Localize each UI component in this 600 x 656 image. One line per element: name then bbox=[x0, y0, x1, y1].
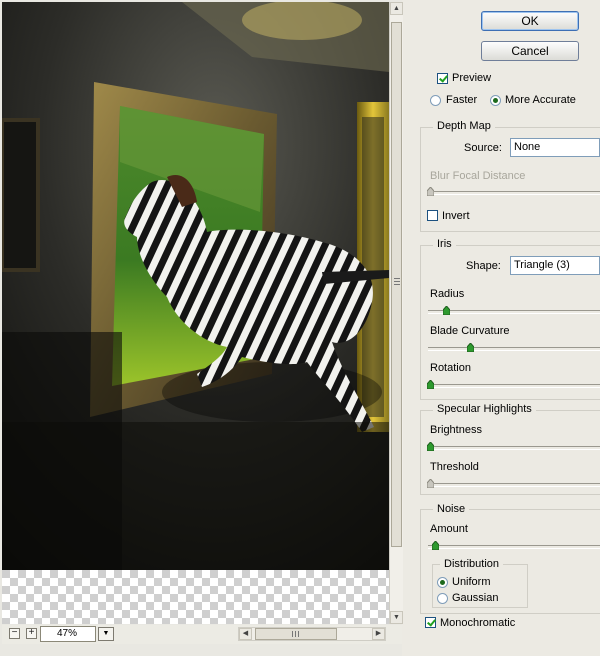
iris-title: Iris bbox=[433, 238, 456, 250]
vertical-scrollbar[interactable]: ▲ ▼ bbox=[389, 2, 403, 624]
faster-radio[interactable] bbox=[430, 95, 441, 106]
scroll-right-button[interactable]: ▶ bbox=[372, 628, 385, 640]
gaussian-radio[interactable] bbox=[437, 593, 448, 604]
slider-thumb-icon bbox=[467, 343, 474, 352]
rotation-slider[interactable] bbox=[427, 380, 434, 389]
zoom-dropdown-button[interactable]: ▼ bbox=[98, 627, 114, 641]
grip-icon bbox=[394, 278, 400, 285]
plus-icon: + bbox=[28, 627, 35, 638]
specular-highlights-title: Specular Highlights bbox=[433, 403, 536, 415]
source-label: Source: bbox=[464, 142, 502, 154]
zoom-bar: − + 47% ▼ ◀ ▶ bbox=[2, 625, 402, 644]
zoom-level-field[interactable]: 47% bbox=[40, 626, 96, 642]
preview-label: Preview bbox=[452, 72, 492, 84]
gaussian-label: Gaussian bbox=[452, 592, 499, 604]
slider-thumb-icon bbox=[427, 442, 434, 451]
blade-curvature-slider[interactable] bbox=[467, 343, 474, 352]
rotation-track bbox=[428, 384, 600, 388]
threshold-slider[interactable] bbox=[427, 479, 434, 488]
preview-canvas[interactable] bbox=[2, 2, 389, 624]
scroll-left-button[interactable]: ◀ bbox=[239, 628, 252, 640]
minus-icon: − bbox=[11, 627, 18, 638]
shape-select[interactable]: Triangle (3) bbox=[510, 256, 600, 275]
distribution-title: Distribution bbox=[440, 558, 504, 570]
blur-focal-distance-track bbox=[428, 191, 600, 195]
source-select[interactable]: None bbox=[510, 138, 600, 157]
noise-title: Noise bbox=[433, 503, 470, 515]
preview-checkbox[interactable] bbox=[437, 73, 448, 84]
invert-label: Invert bbox=[442, 210, 470, 222]
monochromatic-label: Monochromatic bbox=[440, 617, 516, 629]
invert-checkbox[interactable] bbox=[427, 210, 438, 221]
blur-focal-distance-label: Blur Focal Distance bbox=[430, 170, 526, 182]
slider-thumb-icon bbox=[427, 380, 434, 389]
brightness-label: Brightness bbox=[430, 424, 482, 436]
more-accurate-label: More Accurate bbox=[505, 94, 576, 106]
threshold-label: Threshold bbox=[430, 461, 479, 473]
amount-slider[interactable] bbox=[432, 541, 439, 550]
faster-label: Faster bbox=[446, 94, 478, 106]
chevron-down-icon: ▼ bbox=[102, 630, 110, 637]
zoom-out-button[interactable]: − bbox=[9, 628, 20, 639]
blur-focal-distance-slider[interactable] bbox=[427, 187, 434, 196]
rotation-label: Rotation bbox=[430, 362, 471, 374]
slider-thumb-icon bbox=[427, 187, 434, 196]
amount-label: Amount bbox=[430, 523, 468, 535]
zoom-in-button[interactable]: + bbox=[26, 628, 37, 639]
slider-thumb-icon bbox=[443, 306, 450, 315]
horizontal-scrollbar[interactable]: ◀ ▶ bbox=[238, 627, 386, 641]
brightness-track bbox=[428, 446, 600, 450]
brightness-slider[interactable] bbox=[427, 442, 434, 451]
more-accurate-radio[interactable] bbox=[490, 95, 501, 106]
scroll-up-button[interactable]: ▲ bbox=[390, 2, 403, 15]
cancel-button[interactable]: Cancel bbox=[481, 41, 579, 61]
grip-icon bbox=[292, 631, 299, 637]
vertical-scroll-thumb[interactable] bbox=[391, 22, 402, 547]
depth-map-title: Depth Map bbox=[433, 120, 495, 132]
amount-track bbox=[428, 545, 600, 549]
slider-thumb-icon bbox=[432, 541, 439, 550]
radius-slider[interactable] bbox=[443, 306, 450, 315]
uniform-label: Uniform bbox=[452, 576, 491, 588]
threshold-track bbox=[428, 483, 600, 487]
uniform-radio[interactable] bbox=[437, 577, 448, 588]
preview-image bbox=[2, 2, 389, 570]
scroll-down-button[interactable]: ▼ bbox=[390, 611, 403, 624]
blade-curvature-track bbox=[428, 347, 600, 351]
radius-label: Radius bbox=[430, 288, 465, 300]
blade-curvature-label: Blade Curvature bbox=[430, 325, 510, 337]
slider-thumb-icon bbox=[427, 479, 434, 488]
horizontal-scroll-thumb[interactable] bbox=[255, 628, 337, 640]
monochromatic-checkbox[interactable] bbox=[425, 617, 436, 628]
shape-label: Shape: bbox=[466, 260, 501, 272]
ok-button[interactable]: OK bbox=[481, 11, 579, 31]
radius-track bbox=[428, 310, 600, 314]
